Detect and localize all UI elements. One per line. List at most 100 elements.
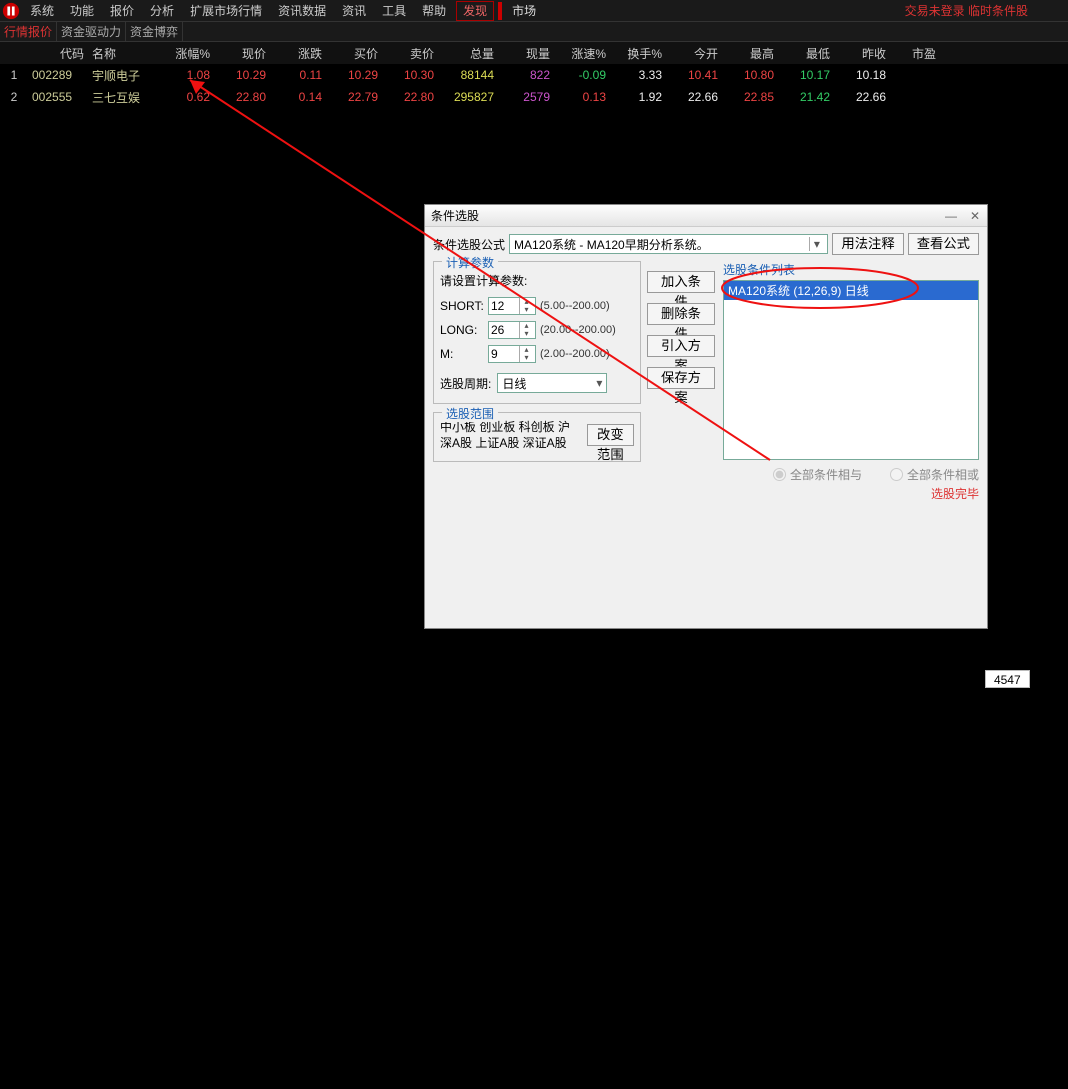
column-header[interactable]: 现量: [498, 45, 554, 62]
market-button[interactable]: 市场: [504, 2, 544, 19]
tab[interactable]: 资金博弈: [126, 22, 183, 41]
column-header[interactable]: 涨幅%: [158, 45, 214, 62]
add-condition-button[interactable]: 加入条件: [647, 271, 715, 293]
divider: [498, 2, 502, 20]
menu-item[interactable]: 扩展市场行情: [182, 4, 270, 18]
radio-and[interactable]: 全部条件相与: [773, 466, 862, 483]
radio-or[interactable]: 全部条件相或: [890, 466, 979, 483]
table-row[interactable]: 2002555三七互娱0.6222.800.1422.7922.80295827…: [0, 86, 1068, 108]
dialog-title: 条件选股: [431, 207, 479, 224]
condition-dialog: 条件选股 — ✕ 条件选股公式 MA120系统 - MA120早期分析系统。 ▾…: [424, 204, 988, 629]
m-input[interactable]: [489, 347, 519, 361]
spin-down-icon[interactable]: ▾: [519, 330, 533, 338]
period-combobox[interactable]: 日线 ▾: [497, 373, 607, 393]
cell-bid: 22.79: [326, 90, 382, 104]
cell-name: 三七互娱: [88, 89, 158, 106]
dialog-titlebar[interactable]: 条件选股 — ✕: [425, 205, 987, 227]
cell-pct: 1.08: [158, 68, 214, 82]
condition-listbox[interactable]: MA120系统 (12,26,9) 日线: [723, 280, 979, 460]
params-legend: 计算参数: [442, 254, 498, 271]
tab[interactable]: 行情报价: [0, 22, 57, 41]
hit-label: 选中数 2/0.0%: [1038, 663, 1068, 694]
column-header[interactable]: 卖价: [382, 45, 438, 62]
save-plan-button[interactable]: 保存方案: [647, 367, 715, 389]
menu-item[interactable]: 资讯: [334, 4, 374, 18]
chevron-down-icon[interactable]: ▾: [809, 237, 823, 251]
menu-item[interactable]: 分析: [142, 4, 182, 18]
m-range: (2.00--200.00): [540, 348, 610, 360]
long-label: LONG:: [440, 323, 484, 337]
cell-cur: 822: [498, 68, 554, 82]
menubar: 系统功能报价分析扩展市场行情资讯数据资讯工具帮助 发现 市场 交易未登录 临时条…: [0, 0, 1068, 22]
long-input[interactable]: [489, 323, 519, 337]
selection-done-label: 选股完毕: [723, 485, 979, 502]
column-header[interactable]: 现价: [214, 45, 270, 62]
column-header[interactable]: 买价: [326, 45, 382, 62]
formula-combobox[interactable]: MA120系统 - MA120早期分析系统。 ▾: [509, 234, 828, 254]
menu-item[interactable]: 报价: [102, 4, 142, 18]
column-header[interactable]: 最低: [778, 45, 834, 62]
cell-high: 22.85: [722, 90, 778, 104]
column-header[interactable]: 换手%: [610, 45, 666, 62]
usage-button[interactable]: 用法注释: [832, 233, 903, 255]
cell-cur: 2579: [498, 90, 554, 104]
column-header[interactable]: 今开: [666, 45, 722, 62]
scope-text: 中小板 创业板 科创板 沪深A股 上证A股 深证A股: [440, 419, 581, 451]
m-spinner[interactable]: ▴▾: [488, 345, 536, 363]
column-header[interactable]: 名称: [88, 45, 158, 62]
short-label: SHORT:: [440, 299, 484, 313]
table-row[interactable]: 1002289宇顺电子1.0810.290.1110.2910.30881448…: [0, 64, 1068, 86]
import-plan-button[interactable]: 引入方案: [647, 335, 715, 357]
condition-item-selected[interactable]: MA120系统 (12,26,9) 日线: [724, 281, 978, 300]
cell-price: 22.80: [214, 90, 270, 104]
cell-ask: 22.80: [382, 90, 438, 104]
tab[interactable]: 资金驱动力: [57, 22, 126, 41]
login-status: 交易未登录 临时条件股: [905, 2, 1068, 19]
discover-button[interactable]: 发现: [456, 1, 494, 21]
menu-item[interactable]: 帮助: [414, 4, 454, 18]
cell-speed: 0.13: [554, 90, 610, 104]
column-header[interactable]: 涨速%: [554, 45, 610, 62]
cell-vol: 295827: [438, 90, 498, 104]
menu-item[interactable]: 工具: [374, 4, 414, 18]
scope-group: 选股范围 中小板 创业板 科创板 沪深A股 上证A股 深证A股 改变范围: [433, 412, 641, 462]
count-value: 4547: [985, 670, 1030, 688]
menu-item[interactable]: 系统: [22, 4, 62, 18]
change-scope-button[interactable]: 改变范围: [587, 424, 634, 446]
view-formula-button[interactable]: 查看公式: [908, 233, 979, 255]
short-range: (5.00--200.00): [540, 300, 610, 312]
short-input[interactable]: [489, 299, 519, 313]
column-header[interactable]: 涨跌: [270, 45, 326, 62]
column-header[interactable]: 总量: [438, 45, 498, 62]
long-spinner[interactable]: ▴▾: [488, 321, 536, 339]
chevron-down-icon[interactable]: ▾: [596, 376, 602, 390]
cell-prev: 10.18: [834, 68, 890, 82]
cell-name: 宇顺电子: [88, 67, 158, 84]
cell-ask: 10.30: [382, 68, 438, 82]
close-icon[interactable]: ✕: [963, 209, 987, 223]
cell-idx: 2: [0, 90, 28, 104]
cell-idx: 1: [0, 68, 28, 82]
table-header: 代码名称涨幅%现价涨跌买价卖价总量现量涨速%换手%今开最高最低昨收市盈: [0, 42, 1068, 64]
column-header[interactable]: 代码: [28, 45, 88, 62]
menu-item[interactable]: 资讯数据: [270, 4, 334, 18]
params-group: 计算参数 请设置计算参数: SHORT: ▴▾ (5.00--200.00) L…: [433, 261, 641, 404]
cell-chg: 0.11: [270, 68, 326, 82]
column-header[interactable]: 最高: [722, 45, 778, 62]
count-label: 品种数: [965, 653, 977, 704]
column-header[interactable]: 昨收: [834, 45, 890, 62]
column-header[interactable]: 市盈: [890, 45, 940, 62]
cell-code: 002289: [28, 68, 88, 82]
cell-high: 10.80: [722, 68, 778, 82]
formula-label: 条件选股公式: [433, 236, 505, 253]
menu-item[interactable]: 功能: [62, 4, 102, 18]
params-hint: 请设置计算参数:: [440, 272, 634, 289]
short-spinner[interactable]: ▴▾: [488, 297, 536, 315]
minimize-icon[interactable]: —: [939, 209, 963, 223]
spin-down-icon[interactable]: ▾: [519, 306, 533, 314]
cell-code: 002555: [28, 90, 88, 104]
condition-list-label: 选股条件列表: [723, 261, 979, 278]
spin-down-icon[interactable]: ▾: [519, 354, 533, 362]
delete-condition-button[interactable]: 删除条件: [647, 303, 715, 325]
cell-low: 21.42: [778, 90, 834, 104]
